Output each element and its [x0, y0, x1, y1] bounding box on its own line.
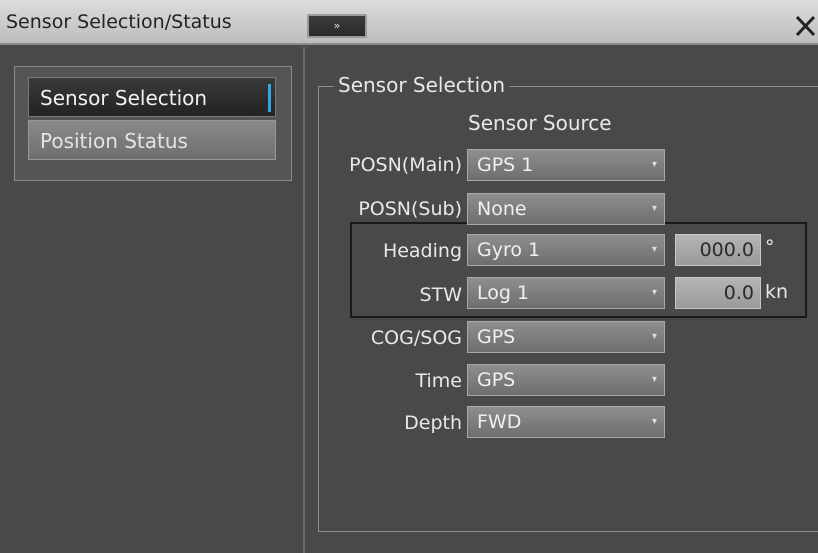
close-button[interactable]: [792, 11, 818, 39]
nav-item-sensor-selection[interactable]: Sensor Selection: [28, 77, 276, 117]
heading-unit: °: [765, 236, 775, 258]
stw-dropdown[interactable]: Log 1 ▾: [467, 277, 665, 309]
heading-value: Gyro 1: [477, 239, 541, 261]
nav-item-position-status[interactable]: Position Status: [28, 120, 276, 160]
stw-label: STW: [419, 284, 462, 306]
cog-sog-value: GPS: [477, 326, 516, 348]
chevron-down-icon: ▾: [651, 374, 657, 385]
chevron-down-icon: ▾: [651, 244, 657, 255]
heading-readout: 000.0: [675, 234, 761, 266]
time-label: Time: [415, 370, 463, 392]
posn-sub-value: None: [477, 198, 527, 220]
cog-sog-dropdown[interactable]: GPS ▾: [467, 321, 665, 353]
chevron-down-icon: ▾: [651, 287, 657, 298]
expand-icon: »: [333, 19, 341, 32]
chevron-down-icon: ▾: [651, 159, 657, 170]
stw-value: Log 1: [477, 282, 530, 304]
close-icon: [795, 15, 816, 37]
group-title: Sensor Selection: [334, 73, 510, 97]
time-value: GPS: [477, 369, 516, 391]
cog-sog-label: COG/SOG: [370, 327, 462, 349]
expand-button[interactable]: »: [307, 14, 367, 38]
posn-sub-label: POSN(Sub): [358, 198, 462, 220]
depth-dropdown[interactable]: FWD ▾: [467, 406, 665, 438]
window-title: Sensor Selection/Status: [6, 11, 232, 33]
heading-label: Heading: [382, 240, 462, 262]
title-bar: Sensor Selection/Status »: [0, 0, 818, 45]
depth-value: FWD: [477, 411, 522, 433]
posn-main-dropdown[interactable]: GPS 1 ▾: [467, 149, 665, 181]
posn-main-label: POSN(Main): [349, 154, 462, 176]
chevron-down-icon: ▾: [651, 331, 657, 342]
column-header-sensor-source: Sensor Source: [468, 111, 612, 135]
depth-label: Depth: [404, 412, 462, 434]
heading-dropdown[interactable]: Gyro 1 ▾: [467, 234, 665, 266]
stw-unit: kn: [765, 281, 789, 303]
posn-main-value: GPS 1: [477, 154, 534, 176]
stw-readout: 0.0: [675, 277, 761, 309]
posn-sub-dropdown[interactable]: None ▾: [467, 193, 665, 225]
time-dropdown[interactable]: GPS ▾: [467, 364, 665, 396]
chevron-down-icon: ▾: [651, 203, 657, 214]
chevron-down-icon: ▾: [651, 416, 657, 427]
